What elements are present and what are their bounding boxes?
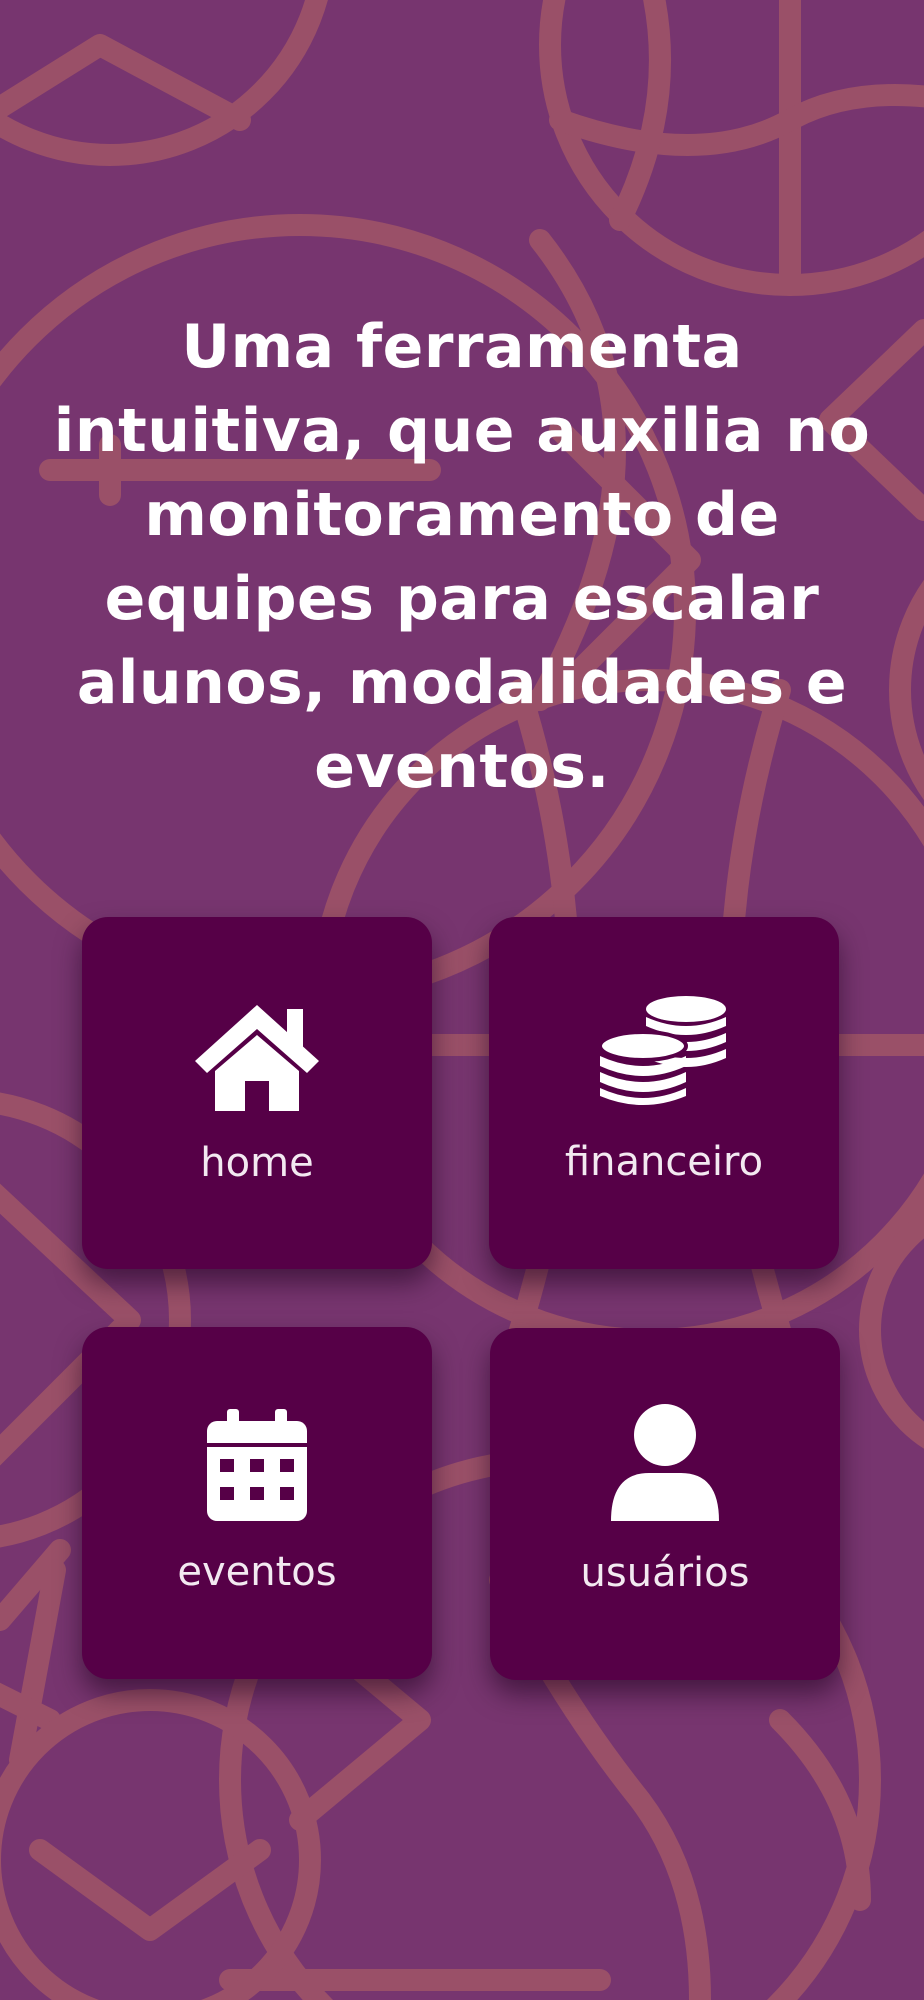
usuarios-label: usuários <box>580 1550 750 1596</box>
user-icon <box>490 1403 840 1526</box>
eventos-label: eventos <box>177 1549 337 1595</box>
eventos-button[interactable]: eventos <box>82 1327 432 1679</box>
home-label: home <box>200 1140 314 1186</box>
coins-icon <box>489 992 839 1115</box>
calendar-icon <box>82 1409 432 1526</box>
usuarios-button[interactable]: usuários <box>490 1328 840 1680</box>
house-icon <box>82 997 432 1118</box>
financeiro-button[interactable]: financeiro <box>489 917 839 1269</box>
headline-text: Uma ferramenta intuitiva, que auxilia no… <box>53 312 871 802</box>
home-button[interactable]: home <box>82 917 432 1269</box>
financeiro-label: financeiro <box>564 1139 764 1185</box>
